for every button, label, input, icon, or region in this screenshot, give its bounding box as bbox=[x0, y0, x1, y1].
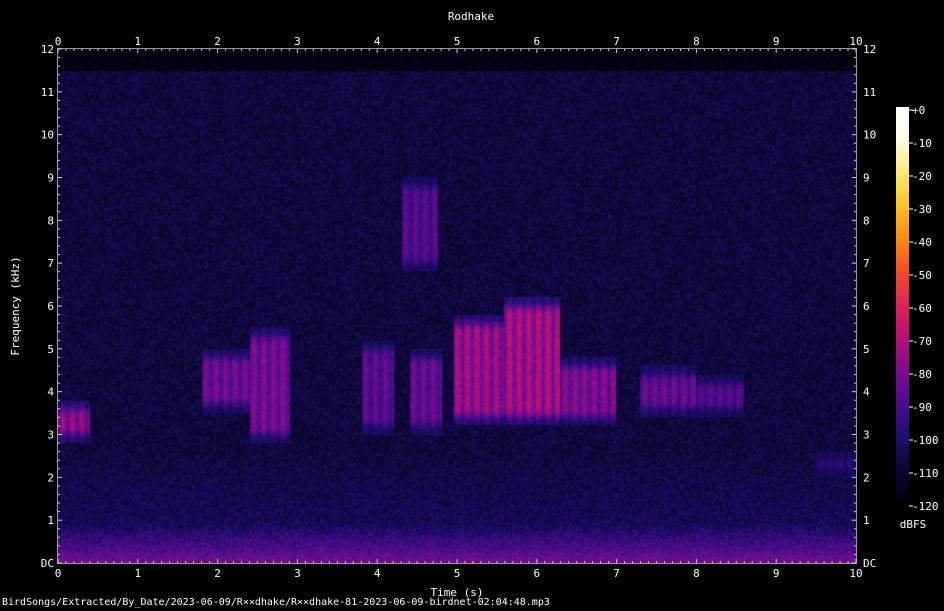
y-tick-label: 8 bbox=[47, 214, 54, 227]
source-file-path: BirdSongs/Extracted/By_Date/2023-06-09/R… bbox=[2, 597, 550, 608]
x-tick-label: 0 bbox=[55, 567, 62, 580]
x-tick-label-top: 6 bbox=[533, 35, 540, 48]
y-tick-label-right: 7 bbox=[863, 257, 870, 270]
x-tick-label-top: 8 bbox=[693, 35, 700, 48]
y-tick-label-right: 11 bbox=[863, 86, 876, 99]
colorbar-tick-label: -70 bbox=[912, 335, 932, 348]
colorbar-tick-label: -120 bbox=[912, 500, 939, 513]
x-tick-label-top: 5 bbox=[454, 35, 461, 48]
colorbar-tick-label: -40 bbox=[912, 236, 932, 249]
y-axis-label: Frequency (kHz) bbox=[9, 256, 22, 355]
colorbar-tick-label: -100 bbox=[912, 434, 939, 447]
y-tick-label: 10 bbox=[41, 129, 54, 142]
y-tick-label: DC bbox=[41, 557, 54, 570]
x-tick-label: 7 bbox=[613, 567, 620, 580]
colorbar-tick-label: -10 bbox=[912, 137, 932, 150]
y-tick-label: 4 bbox=[47, 386, 54, 399]
chart-title: Rodhake bbox=[448, 10, 494, 23]
y-tick-label: 2 bbox=[47, 471, 54, 484]
x-tick-label: 8 bbox=[693, 567, 700, 580]
x-tick-label-top: 2 bbox=[214, 35, 221, 48]
x-tick-label-top: 7 bbox=[613, 35, 620, 48]
x-tick-label: 3 bbox=[294, 567, 301, 580]
colorbar-tick-label: -50 bbox=[912, 269, 932, 282]
x-tick-label: 5 bbox=[454, 567, 461, 580]
y-tick-label-right: 2 bbox=[863, 471, 870, 484]
colorbar-tick-label: +0 bbox=[912, 104, 925, 117]
y-tick-label-right: 1 bbox=[863, 514, 870, 527]
x-tick-label-top: 4 bbox=[374, 35, 381, 48]
y-tick-label: 7 bbox=[47, 257, 54, 270]
y-tick-label-right: 4 bbox=[863, 386, 870, 399]
y-tick-label: 3 bbox=[47, 429, 54, 442]
y-tick-label: 9 bbox=[47, 172, 54, 185]
spectrogram-image bbox=[58, 49, 856, 563]
y-tick-label-right: DC bbox=[863, 557, 876, 570]
colorbar-tick-label: -20 bbox=[912, 170, 932, 183]
colorbar-tick-label: -110 bbox=[912, 467, 939, 480]
x-tick-label-top: 9 bbox=[773, 35, 780, 48]
y-tick-label: 1 bbox=[47, 514, 54, 527]
y-tick-label-right: 12 bbox=[863, 43, 876, 56]
y-tick-label-right: 8 bbox=[863, 214, 870, 227]
colorbar-gradient bbox=[896, 107, 909, 506]
spectrogram-plot-area bbox=[57, 48, 857, 564]
colorbar-tick-label: -90 bbox=[912, 401, 932, 414]
y-tick-label-right: 6 bbox=[863, 300, 870, 313]
colorbar-label: dBFS bbox=[900, 518, 927, 531]
colorbar-ticks: +0 -10 -20 -30 -40 -50 -60 -70 -80 -90 -100 -110 -12… bbox=[909, 104, 939, 513]
x-tick-label: 10 bbox=[849, 567, 862, 580]
y-tick-label: 11 bbox=[41, 86, 54, 99]
x-tick-label: 1 bbox=[134, 567, 141, 580]
y-tick-label-right: 5 bbox=[863, 343, 870, 356]
y-tick-label-right: 3 bbox=[863, 429, 870, 442]
x-tick-label-top: 3 bbox=[294, 35, 301, 48]
y-tick-label: 6 bbox=[47, 300, 54, 313]
x-tick-label: 6 bbox=[533, 567, 540, 580]
x-tick-label: 9 bbox=[773, 567, 780, 580]
x-tick-label-top: 10 bbox=[849, 35, 862, 48]
y-tick-label: 12 bbox=[41, 43, 54, 56]
x-tick-label: 4 bbox=[374, 567, 381, 580]
spectrogram-chart: Rodhake 0 1 2 3 4 5 6 7 8 9 10 0 1 2 3 4 5 6 7 8 9 10 DC1234… bbox=[9, 10, 939, 599]
x-tick-label-top: 1 bbox=[134, 35, 141, 48]
colorbar-tick-label: -60 bbox=[912, 302, 932, 315]
y-tick-label: 5 bbox=[47, 343, 54, 356]
colorbar-tick-label: -80 bbox=[912, 368, 932, 381]
colorbar: +0 -10 -20 -30 -40 -50 -60 -70 -80 -90 -100 -110 -12… bbox=[896, 104, 939, 531]
y-tick-label-right: 9 bbox=[863, 172, 870, 185]
x-tick-label-top: 0 bbox=[55, 35, 62, 48]
x-tick-label: 2 bbox=[214, 567, 221, 580]
colorbar-tick-label: -30 bbox=[912, 203, 932, 216]
y-tick-label-right: 10 bbox=[863, 129, 876, 142]
